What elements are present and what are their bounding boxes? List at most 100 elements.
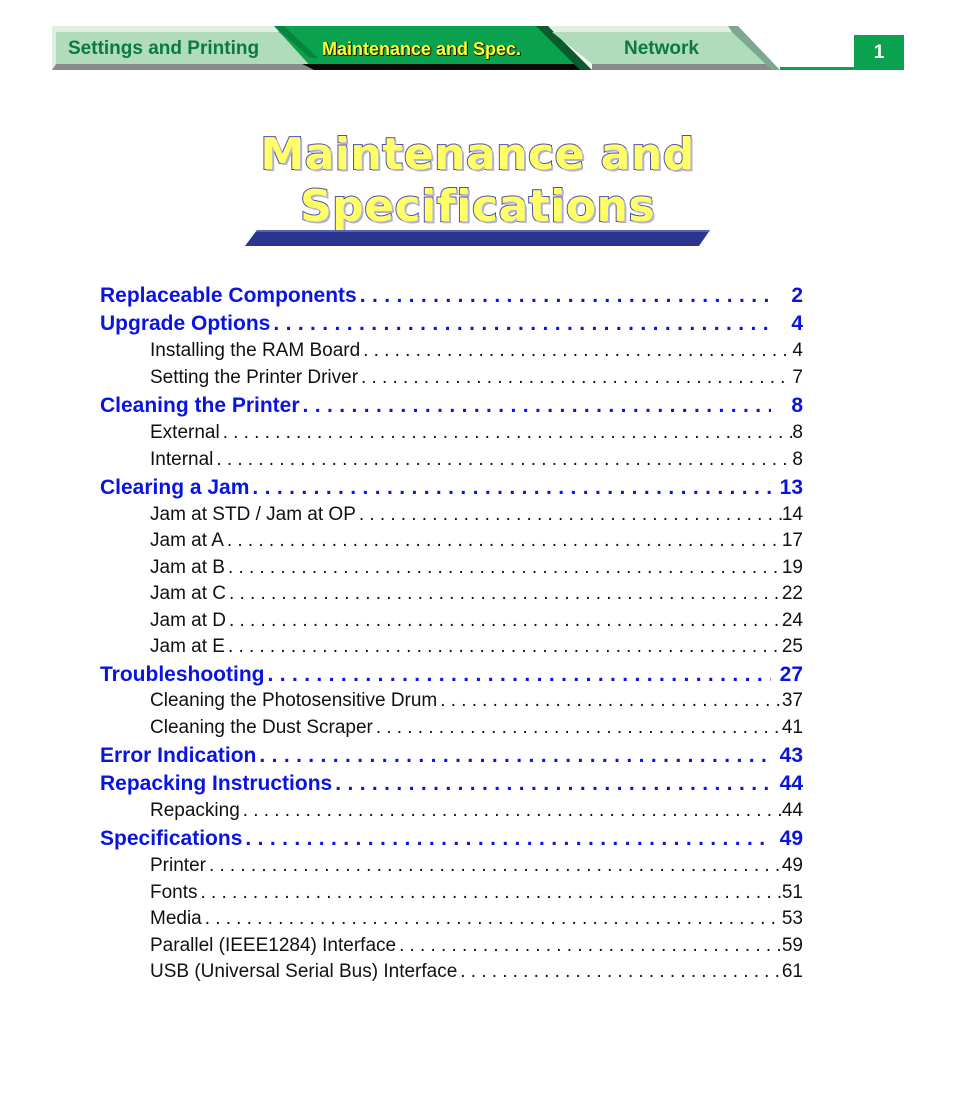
toc-subsection-entry[interactable]: Jam at A ...............................… [100,528,803,554]
toc-leader-dots: ........................................… [358,504,782,525]
toc-entry-page: 2 [791,284,803,307]
toc-entry-title: Jam at C [150,583,227,604]
toc-entry-title: Cleaning the Dust Scraper [150,717,373,738]
toc-entry-page: 43 [779,744,803,767]
navigation-tab-bar: Settings and Printing Maintenance and Sp… [52,24,904,72]
toc-entry-title: USB (Universal Serial Bus) Interface [150,961,458,982]
tab-settings-and-printing-label: Settings and Printing [68,38,260,59]
toc-section-entry[interactable]: Error Indication .......................… [100,742,803,770]
toc-leader-dots: ........................................… [460,961,782,982]
tab-settings-and-printing[interactable]: Settings and Printing [52,24,302,70]
toc-entry-title: Repacking Instructions [100,772,333,795]
page-number-badge: 1 [854,35,904,70]
toc-subsection-entry[interactable]: Jam at C ...............................… [100,581,803,607]
toc-entry-page: 22 [781,583,803,604]
toc-entry-page: 44 [779,772,803,795]
toc-section-entry[interactable]: Troubleshooting ........................… [100,661,803,689]
toc-entry-page: 44 [781,800,803,821]
toc-entry-page: 8 [791,394,803,417]
toc-entry-page: 25 [781,636,803,657]
toc-subsection-entry[interactable]: Fonts ..................................… [100,880,803,906]
toc-section-entry[interactable]: Upgrade Options ........................… [100,310,803,338]
toc-subsection-entry[interactable]: Repacking ..............................… [100,798,803,824]
toc-entry-title: Parallel (IEEE1284) Interface [150,935,397,956]
toc-entry-title: Installing the RAM Board [150,340,361,361]
toc-entry-page: 14 [781,504,803,525]
toc-entry-page: 61 [781,961,803,982]
toc-entry-page: 24 [781,610,803,631]
toc-entry-title: Setting the Printer Driver [150,367,359,388]
toc-entry-page: 19 [781,557,803,578]
toc-subsection-entry[interactable]: Jam at D ...............................… [100,608,803,634]
tab-maintenance-and-spec[interactable]: Maintenance and Spec. [302,24,572,70]
title-underline-bar [245,230,710,246]
toc-subsection-entry[interactable]: Cleaning the Dust Scraper ..............… [100,715,803,741]
toc-entry-title: Jam at B [150,557,225,578]
toc-leader-dots: ........................................… [208,855,782,876]
toc-leader-dots: ........................................… [252,476,771,499]
toc-entry-title: Printer [150,855,206,876]
toc-leader-dots: ........................................… [302,394,771,417]
toc-subsection-entry[interactable]: Installing the RAM Board ...............… [100,338,803,364]
toc-entry-title: Jam at E [150,636,225,657]
tab-network[interactable]: Network [572,24,772,70]
toc-entry-title: External [150,422,220,443]
toc-entry-title: Media [150,908,202,929]
toc-entry-title: Specifications [100,827,243,850]
toc-leader-dots: ........................................… [242,800,782,821]
page-title-line-2: Specifications [299,181,656,233]
toc-entry-page: 49 [781,855,803,876]
toc-entry-page: 41 [781,717,803,738]
toc-entry-page: 49 [779,827,803,850]
toc-leader-dots: ........................................… [259,744,771,767]
toc-entry-title: Jam at STD / Jam at OP [150,504,356,525]
toc-entry-page: 4 [792,340,803,361]
toc-section-entry[interactable]: Repacking Instructions .................… [100,770,803,798]
toc-section-entry[interactable]: Clearing a Jam .........................… [100,474,803,502]
toc-entry-title: Clearing a Jam [100,476,250,499]
tab-network-label: Network [624,38,699,59]
toc-entry-page: 59 [781,935,803,956]
toc-section-entry[interactable]: Specifications .........................… [100,825,803,853]
toc-entry-title: Upgrade Options [100,312,271,335]
toc-entry-page: 27 [779,663,803,686]
toc-entry-title: Replaceable Components [100,284,357,307]
toc-leader-dots: ........................................… [375,717,782,738]
toc-leader-dots: ........................................… [229,583,782,604]
toc-entry-title: Jam at A [150,530,224,551]
toc-leader-dots: ........................................… [361,367,792,388]
toc-section-entry[interactable]: Replaceable Components .................… [100,282,803,310]
toc-subsection-entry[interactable]: Jam at STD / Jam at OP .................… [100,502,803,528]
toc-leader-dots: ........................................… [335,772,771,795]
toc-leader-dots: ........................................… [216,449,793,470]
toc-subsection-entry[interactable]: Parallel (IEEE1284) Interface ..........… [100,933,803,959]
toc-entry-page: 53 [781,908,803,929]
toc-leader-dots: ........................................… [399,935,782,956]
toc-subsection-entry[interactable]: Jam at E ...............................… [100,634,803,660]
toc-subsection-entry[interactable]: Cleaning the Photosensitive Drum .......… [100,688,803,714]
toc-subsection-entry[interactable]: Internal ...............................… [100,447,803,473]
toc-entry-title: Repacking [150,800,240,821]
toc-leader-dots: ........................................… [363,340,793,361]
toc-section-entry[interactable]: Cleaning the Printer ...................… [100,392,803,420]
toc-subsection-entry[interactable]: Media ..................................… [100,906,803,932]
toc-subsection-entry[interactable]: Setting the Printer Driver .............… [100,365,803,391]
page-title: Maintenance and Specifications [245,128,710,246]
toc-subsection-entry[interactable]: USB (Universal Serial Bus) Interface ...… [100,959,803,985]
toc-entry-page: 8 [792,449,803,470]
toc-leader-dots: ........................................… [222,422,793,443]
toc-leader-dots: ........................................… [227,557,782,578]
toc-entry-title: Cleaning the Photosensitive Drum [150,690,438,711]
toc-entry-page: 37 [781,690,803,711]
toc-subsection-entry[interactable]: Jam at B ...............................… [100,555,803,581]
toc-entry-page: 13 [779,476,803,499]
page-number: 1 [873,41,885,63]
toc-entry-title: Error Indication [100,744,257,767]
toc-entry-page: 4 [791,312,803,335]
toc-leader-dots: ........................................… [226,530,782,551]
toc-leader-dots: ........................................… [204,908,782,929]
toc-leader-dots: ........................................… [229,610,782,631]
toc-subsection-entry[interactable]: Printer ................................… [100,853,803,879]
toc-subsection-entry[interactable]: External ...............................… [100,420,803,446]
toc-leader-dots: ........................................… [440,690,782,711]
